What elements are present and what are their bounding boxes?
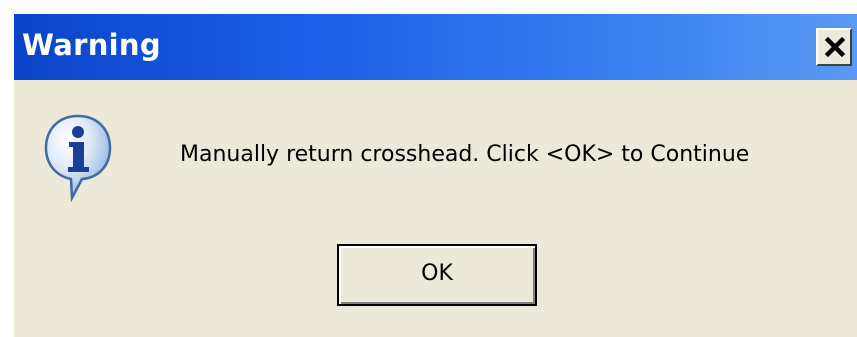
warning-dialog: Warning Manually return crosshead. Click… bbox=[14, 14, 857, 337]
title-bar[interactable]: Warning bbox=[14, 14, 857, 80]
close-button[interactable] bbox=[816, 28, 852, 66]
dialog-message: Manually return crosshead. Click <OK> to… bbox=[180, 142, 750, 167]
close-icon bbox=[824, 36, 846, 58]
ok-button[interactable]: OK bbox=[337, 244, 537, 306]
window-title: Warning bbox=[22, 28, 161, 62]
info-icon bbox=[44, 114, 112, 202]
